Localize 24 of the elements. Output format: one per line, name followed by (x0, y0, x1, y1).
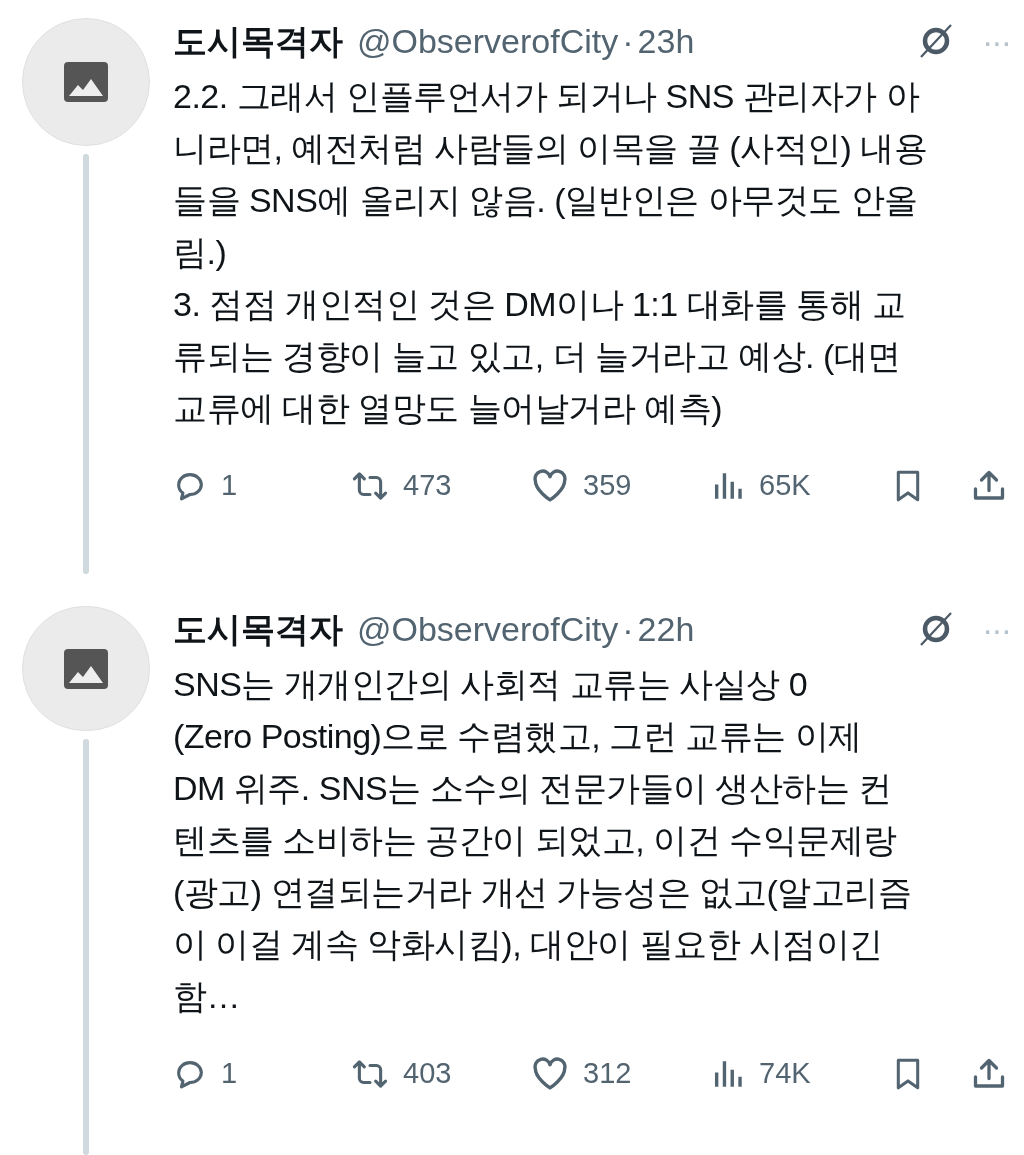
separator: · (622, 612, 634, 646)
repost-icon[interactable] (351, 1057, 389, 1091)
author-handle[interactable]: @ObserverofCity (357, 24, 619, 58)
timestamp[interactable]: 22h (637, 612, 695, 646)
view-count: 65K (759, 468, 811, 504)
heart-icon[interactable] (531, 1057, 569, 1091)
tweet-text: 2.2. 그래서 인플루언서가 되거나 SNS 관리자가 아 니라면, 예전처럼 사람들의 이목을 끌 (사적인) 내용 들을 SNS에 올리지 않음. (일반인은 아무것도 안올 림.) 3. 점점 개인적인 것은 DM이나 1:1 대화를 통해 교 류되는 경향이 늘고 있고, 더 늘거라고 예상. (대면 교류에 대한 열망도 늘어날거라 예측) (173, 76, 929, 429)
image-icon (63, 648, 108, 689)
repost-count: 473 (403, 468, 452, 504)
like-count: 312 (583, 1056, 632, 1092)
author-name[interactable]: 도시목격자 (173, 24, 343, 58)
separator: · (622, 24, 634, 58)
timestamp[interactable]: 23h (637, 24, 695, 58)
view-count: 74K (759, 1056, 811, 1092)
heart-icon[interactable] (531, 469, 569, 503)
author-handle[interactable]: @ObserverofCity (357, 612, 619, 646)
reply-count: 1 (221, 468, 238, 504)
tweet-text: SNS는 개개인간의 사회적 교류는 사실상 0 (Zero Posting)으로 수렴했고, 그런 교류는 이제 DM 위주. SNS는 소수의 전문가들이 생산하는 컨 텐츠를 소비하는 공간이 되었고, 이건 수익문제랑 (광고) 연결되는거라 개선 가능성은 없고(알고리즘 이 이걸 계속 악화시킴), 대안이 필요한 시점이긴 함… (173, 664, 913, 1017)
image-icon (63, 62, 108, 102)
reply-count: 1 (221, 1056, 238, 1092)
author-name[interactable]: 도시목격자 (173, 612, 343, 646)
like-count: 359 (583, 468, 632, 504)
repost-icon[interactable] (351, 469, 389, 503)
repost-count: 403 (403, 1056, 452, 1092)
